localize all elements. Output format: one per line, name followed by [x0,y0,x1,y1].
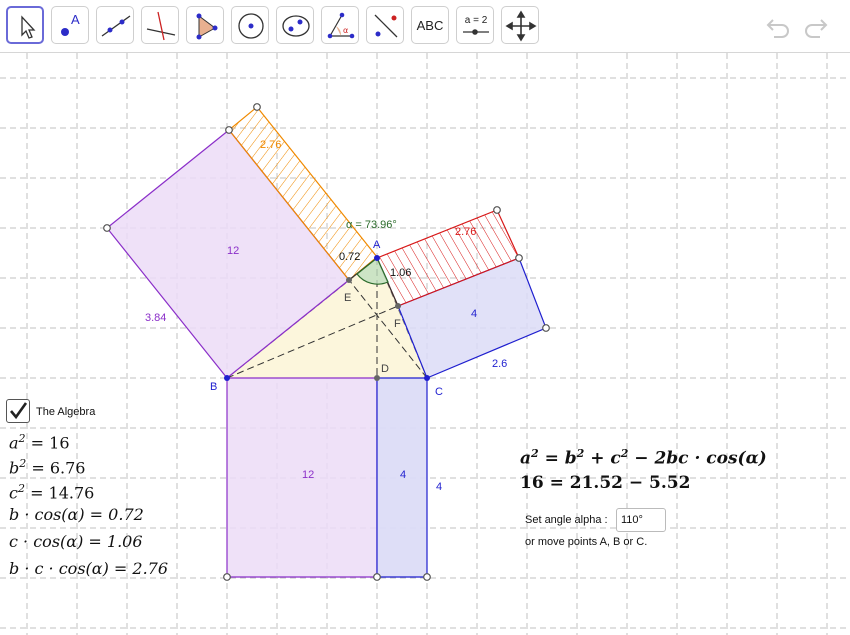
bottom-left-label: 12 [302,469,314,481]
proj-b-label: 0.72 [339,251,360,263]
algebra-line-b2: b2 = 6.76 [9,457,86,478]
algebra-line-bcos: b · cos(α) = 0.72 [9,505,144,524]
move-hint: or move points A, B or C. [525,536,648,548]
algebra-line-a2: a2 = 16 [9,432,70,453]
label-b: B [210,381,217,393]
point-d [374,375,380,381]
redo-button[interactable] [802,12,830,40]
right-square-label: 4 [471,308,477,320]
alpha-input[interactable] [616,508,666,532]
algebra-checkbox[interactable] [6,399,30,423]
circle-icon [238,13,264,39]
reflect-tool-button[interactable] [366,6,404,44]
svg-text:A: A [71,12,80,27]
label-e: E [344,292,351,304]
polygon-tool-button[interactable] [186,6,224,44]
label-c: C [435,386,443,398]
algebra-line-bccos: b · c · cos(α) = 2.76 [9,559,169,578]
point-f [395,303,401,309]
angle-tool-button[interactable]: α [321,6,359,44]
circle-tool-button[interactable] [231,6,269,44]
svg-text:a = 2: a = 2 [465,15,488,26]
vertex-hollow [515,254,523,262]
undo-button[interactable] [764,12,792,40]
line-tool-button[interactable] [96,6,134,44]
line-icon [101,15,131,37]
law-of-cosines: a2 = b2 + c2 − 2bc · cos(α) [520,447,767,469]
red-rect-label: 2.76 [455,226,476,238]
text-icon: ABC [416,18,444,33]
left-side-label: 3.84 [145,312,166,324]
undo-icon [766,19,789,38]
algebra-line-c2: c2 = 14.76 [9,482,95,503]
cursor-icon [21,15,36,39]
point-icon: A [61,12,80,36]
bottom-right-label: 4 [400,469,406,481]
move-view-icon [505,10,537,42]
alpha-input-label: Set angle alpha : [525,514,608,526]
text-tool-button[interactable]: ABC [411,6,449,44]
point-b[interactable] [224,375,230,381]
checkmark-icon [10,402,28,420]
redo-icon [805,19,828,38]
label-a: A [373,239,381,251]
vertex-hollow [103,224,111,232]
point-c[interactable] [424,375,430,381]
vertex-hollow [423,573,431,581]
ellipse-tool-button[interactable] [276,6,314,44]
move-view-tool-button[interactable] [501,6,539,44]
toolbar: A α ABC a = 2 [0,0,850,53]
slider-tool-button[interactable]: a = 2 [456,6,494,44]
bottom-side-label: 4 [436,481,442,493]
left-square-label: 12 [227,245,239,257]
point-tool-button[interactable]: A [51,6,89,44]
vertex-hollow [223,573,231,581]
move-tool-button[interactable] [6,6,44,44]
vertex-hollow [493,206,501,214]
alpha-value-label: α = 73.96° [346,219,397,231]
vertex-hollow [542,324,550,332]
label-d: D [381,363,389,375]
label-f: F [394,318,401,330]
right-side-label: 2.6 [492,358,507,370]
vertex-hollow [253,103,261,111]
slider-icon: a = 2 [463,15,489,35]
point-a[interactable] [374,255,380,261]
perpendicular-icon [146,11,176,41]
ellipse-icon [282,15,310,37]
point-e [346,277,352,283]
reflect-icon [374,14,398,38]
law-evaluated: 16 = 21.52 − 5.52 [520,473,691,493]
proj-c-label: 1.06 [390,267,411,279]
algebra-checkbox-label[interactable]: The Algebra [36,406,95,418]
perpendicular-tool-button[interactable] [141,6,179,44]
vertex-hollow [225,126,233,134]
angle-icon: α [327,12,355,39]
algebra-line-ccos: c · cos(α) = 1.06 [9,532,143,551]
vertex-hollow [373,573,381,581]
orange-rect-label: 2.76 [260,139,281,151]
polygon-icon [196,13,218,40]
svg-text:α: α [343,26,348,35]
